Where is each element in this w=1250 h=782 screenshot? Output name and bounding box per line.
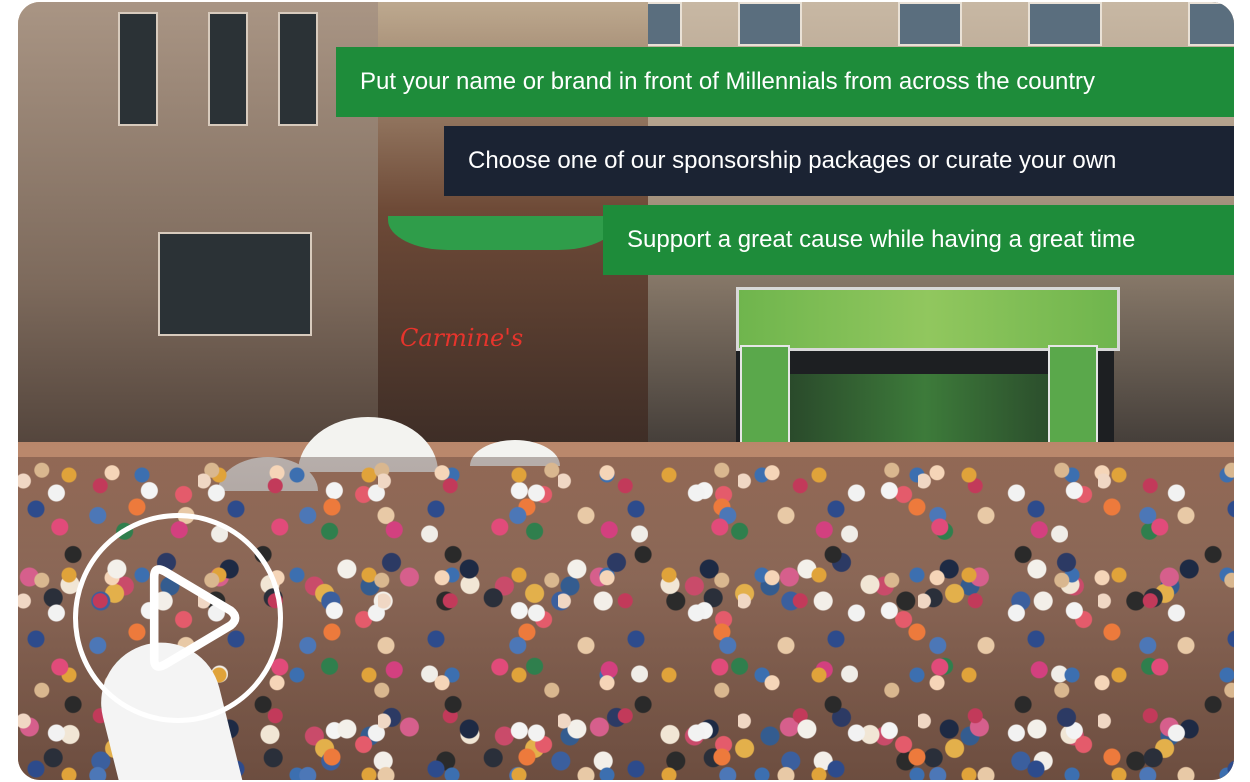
scene-awning (388, 216, 618, 250)
scene-stage-banner (736, 287, 1120, 351)
play-icon (149, 565, 240, 671)
hero-video[interactable]: Carmine's Put your name or brand in fron… (18, 2, 1234, 780)
banner-sponsorship: Choose one of our sponsorship packages o… (444, 126, 1234, 196)
banner-millennials-text: Put your name or brand in front of Mille… (360, 68, 1095, 95)
play-button[interactable] (73, 513, 283, 723)
scene-building-left (18, 2, 388, 472)
banner-millennials: Put your name or brand in front of Mille… (336, 47, 1234, 117)
banner-sponsorship-text: Choose one of our sponsorship packages o… (468, 147, 1117, 174)
banner-cause: Support a great cause while having a gre… (603, 205, 1234, 275)
banner-cause-text: Support a great cause while having a gre… (627, 226, 1136, 253)
scene-restaurant-sign: Carmine's (400, 324, 524, 352)
